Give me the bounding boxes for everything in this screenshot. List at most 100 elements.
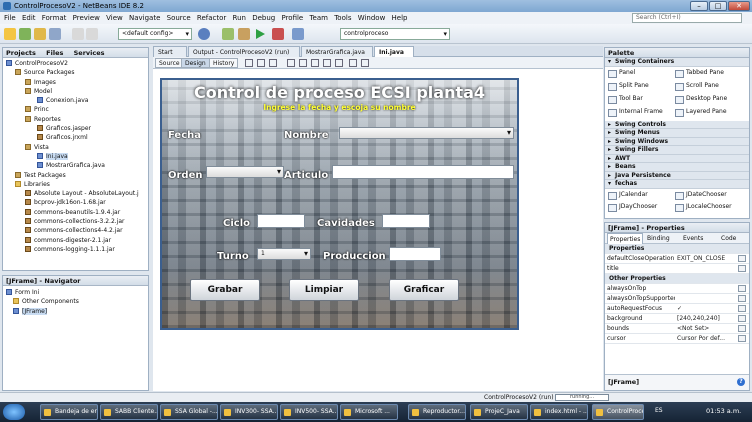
close-button[interactable]: ✕ bbox=[728, 1, 750, 11]
tree-item[interactable]: ControlProcesoV2 bbox=[3, 59, 148, 68]
build-icon[interactable] bbox=[222, 28, 234, 40]
tab-events[interactable]: Events bbox=[683, 233, 703, 244]
menu-team[interactable]: Team bbox=[309, 14, 328, 22]
properties-group-header[interactable]: Properties bbox=[605, 244, 749, 254]
palette-item[interactable]: JCalendar bbox=[608, 190, 648, 200]
taskbar-item-active[interactable]: ControlProce... bbox=[592, 404, 644, 420]
tree-item[interactable]: Reportes bbox=[3, 115, 148, 124]
run-icon[interactable] bbox=[256, 29, 265, 39]
history-mode-button[interactable]: History bbox=[209, 58, 239, 68]
articulo-input[interactable] bbox=[332, 165, 514, 179]
palette-section[interactable]: Swing Menus bbox=[605, 129, 749, 138]
orden-select[interactable] bbox=[206, 166, 284, 178]
connection-mode-icon[interactable] bbox=[257, 59, 265, 67]
tree-item[interactable]: Ini.java bbox=[3, 152, 148, 161]
property-editor-button[interactable] bbox=[738, 305, 746, 312]
menu-file[interactable]: File bbox=[4, 14, 16, 22]
tree-item[interactable]: bcprov-jdk16on-1.68.jar bbox=[3, 198, 148, 207]
palette-item[interactable]: Panel bbox=[608, 68, 635, 78]
property-row[interactable]: autoRequestFocus ✓ bbox=[605, 304, 749, 314]
clean-build-icon[interactable] bbox=[238, 28, 250, 40]
menu-run[interactable]: Run bbox=[233, 14, 246, 22]
taskbar-item[interactable]: INV300- SSA... bbox=[220, 404, 278, 420]
tree-item[interactable]: commons-collections-3.2.2.jar bbox=[3, 217, 148, 226]
turno-select[interactable]: 1 bbox=[257, 248, 311, 260]
menu-window[interactable]: Window bbox=[358, 14, 386, 22]
align-bottom-icon[interactable] bbox=[335, 59, 343, 67]
palette-item[interactable]: Tabbed Pane bbox=[675, 68, 724, 78]
taskbar-item[interactable]: Microsoft ... bbox=[340, 404, 398, 420]
grabar-button[interactable]: Grabar bbox=[190, 279, 260, 301]
tree-item[interactable]: Model bbox=[3, 87, 148, 96]
graficar-button[interactable]: Graficar bbox=[389, 279, 459, 301]
tree-item[interactable]: Vista bbox=[3, 143, 148, 152]
property-row[interactable]: bounds <Not Set> bbox=[605, 324, 749, 334]
property-row[interactable]: background [240,240,240] bbox=[605, 314, 749, 324]
property-editor-button[interactable] bbox=[738, 325, 746, 332]
property-editor-button[interactable] bbox=[738, 265, 746, 272]
menu-help[interactable]: Help bbox=[392, 14, 408, 22]
align-top-icon[interactable] bbox=[323, 59, 331, 67]
profile-icon[interactable] bbox=[292, 28, 304, 40]
tab-output[interactable]: Output - ControlProcesoV2 (run) bbox=[188, 46, 300, 57]
selection-mode-icon[interactable] bbox=[245, 59, 253, 67]
tree-item[interactable]: [JFrame] bbox=[3, 307, 148, 316]
menu-source[interactable]: Source bbox=[167, 14, 191, 22]
property-row[interactable]: alwaysOnTopSupported bbox=[605, 294, 749, 304]
tree-item[interactable]: Absolute Layout - AbsoluteLayout.j bbox=[3, 189, 148, 198]
tab-files[interactable]: Files bbox=[46, 49, 63, 57]
tree-item[interactable]: Form Ini bbox=[3, 288, 148, 297]
globe-icon[interactable] bbox=[198, 28, 210, 40]
menu-refactor[interactable]: Refactor bbox=[197, 14, 226, 22]
palette-item[interactable]: Internal Frame bbox=[608, 107, 663, 117]
source-mode-button[interactable]: Source bbox=[155, 58, 184, 68]
minimize-button[interactable]: – bbox=[690, 1, 708, 11]
menu-edit[interactable]: Edit bbox=[22, 14, 36, 22]
taskbar-item[interactable]: SABB Cliente... bbox=[100, 404, 158, 420]
taskbar-item[interactable]: INV500- SSA... bbox=[280, 404, 338, 420]
new-file-icon[interactable] bbox=[4, 28, 16, 40]
tab-code[interactable]: Code bbox=[721, 233, 736, 244]
palette-item[interactable]: JLocaleChooser bbox=[675, 202, 732, 212]
ciclo-input[interactable] bbox=[257, 214, 305, 228]
menu-tools[interactable]: Tools bbox=[334, 14, 351, 22]
property-editor-button[interactable] bbox=[738, 335, 746, 342]
tree-item[interactable]: Princ bbox=[3, 105, 148, 114]
palette-section[interactable]: Swing Windows bbox=[605, 137, 749, 146]
palette-section[interactable]: AWT bbox=[605, 154, 749, 163]
menu-view[interactable]: View bbox=[106, 14, 123, 22]
produccion-input[interactable] bbox=[389, 247, 441, 261]
property-editor-button[interactable] bbox=[738, 285, 746, 292]
property-editor-button[interactable] bbox=[738, 255, 746, 262]
tree-item[interactable]: MostrarGrafica.java bbox=[3, 161, 148, 170]
palette-item[interactable]: Tool Bar bbox=[608, 94, 643, 104]
help-icon[interactable]: ? bbox=[737, 378, 745, 386]
tree-item[interactable]: commons-collections4-4.2.jar bbox=[3, 226, 148, 235]
taskbar-item[interactable]: Reproductor... bbox=[408, 404, 466, 420]
palette-item[interactable]: JDateChooser bbox=[675, 190, 727, 200]
debug-icon[interactable] bbox=[272, 28, 284, 40]
open-project-icon[interactable] bbox=[34, 28, 46, 40]
language-indicator[interactable]: ES bbox=[655, 407, 663, 414]
nombre-select[interactable] bbox=[339, 127, 514, 139]
taskbar-item[interactable]: Bandeja de ent... bbox=[40, 404, 98, 420]
design-mode-button[interactable]: Design bbox=[181, 58, 210, 68]
palette-item[interactable]: Desktop Pane bbox=[675, 94, 727, 104]
menu-navigate[interactable]: Navigate bbox=[129, 14, 160, 22]
tab-start-page[interactable]: Start Page bbox=[153, 46, 187, 67]
tab-ini-java[interactable]: Ini.java bbox=[374, 46, 414, 57]
property-editor-button[interactable] bbox=[738, 295, 746, 302]
tree-item[interactable]: commons-digester-2.1.jar bbox=[3, 236, 148, 245]
resize-horizontal-icon[interactable] bbox=[349, 59, 357, 67]
center-icon[interactable] bbox=[311, 59, 319, 67]
menu-preview[interactable]: Preview bbox=[73, 14, 100, 22]
resize-vertical-icon[interactable] bbox=[361, 59, 369, 67]
palette-section[interactable]: Beans bbox=[605, 163, 749, 172]
tree-item[interactable]: commons-logging-1.1.1.jar bbox=[3, 245, 148, 254]
palette-section[interactable]: Swing Controls bbox=[605, 120, 749, 129]
palette-item[interactable]: Layered Pane bbox=[675, 107, 727, 117]
fechas-section[interactable]: fechas bbox=[605, 180, 749, 189]
align-right-icon[interactable] bbox=[299, 59, 307, 67]
align-left-icon[interactable] bbox=[287, 59, 295, 67]
property-row[interactable]: alwaysOnTop bbox=[605, 284, 749, 294]
